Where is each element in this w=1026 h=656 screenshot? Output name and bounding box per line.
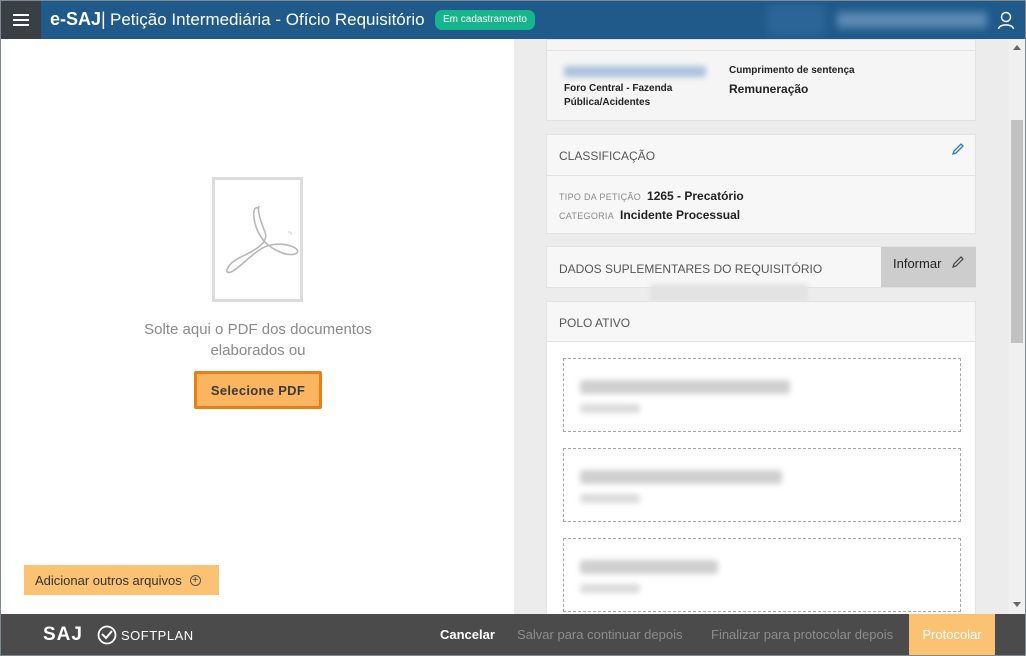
party-document-blurred — [580, 584, 640, 593]
scrollbar-thumb[interactable] — [1011, 120, 1023, 343]
softplan-wordmark: SOFTPLAN — [121, 627, 194, 643]
user-name-blurred[interactable] — [837, 12, 987, 28]
footer-bar: SAJ SOFTPLAN Cancelar Salvar para contin… — [1, 614, 1025, 655]
pencil-edit-icon — [952, 256, 964, 268]
user-icon[interactable] — [996, 10, 1016, 30]
cancel-button[interactable]: Cancelar — [440, 614, 495, 655]
top-header: e-SAJ | Petição Intermediária - Ofício R… — [1, 1, 1025, 39]
court-name: Foro Central - Fazenda Pública/Acidentes — [564, 83, 673, 108]
scroll-down-arrow[interactable] — [1013, 602, 1021, 607]
pdf-file-icon — [212, 177, 303, 302]
blurred-tooltip — [650, 284, 808, 302]
softplan-logo — [97, 625, 117, 645]
party-card[interactable] — [563, 358, 961, 432]
app-brand: e-SAJ — [50, 9, 102, 29]
category-label: CATEGORIA — [559, 211, 615, 221]
party-document-blurred — [580, 404, 640, 413]
party-name-blurred — [580, 470, 782, 484]
saj-logo: SAJ — [43, 624, 83, 645]
polo-ativo-title: POLO ATIVO — [559, 316, 631, 330]
pencil-edit-icon[interactable] — [951, 142, 965, 156]
process-subject: Remuneração — [729, 82, 809, 96]
save-for-later-button[interactable]: Salvar para continuar depois — [517, 614, 683, 655]
protocol-button[interactable]: Protocolar — [909, 614, 995, 655]
petition-type-label: TIPO DA PETIÇÃO — [559, 192, 642, 202]
court-selector-blurred[interactable] — [767, 4, 825, 36]
petition-type-value: 1265 - Precatório — [647, 189, 744, 203]
party-name-blurred — [580, 560, 718, 574]
party-name-blurred — [580, 380, 790, 394]
page-title: Petição Intermediária - Ofício Requisitó… — [110, 10, 425, 29]
pdf-upload-area[interactable]: Solte aqui o PDF dos documentos elaborad… — [1, 39, 514, 614]
softplan-logo-group: SOFTPLAN — [97, 625, 194, 645]
party-document-blurred — [580, 494, 640, 503]
scroll-up-arrow[interactable] — [1013, 45, 1021, 50]
classification-card: CLASSIFICAÇÃO TIPO DA PETIÇÃO 1265 - Pre… — [546, 134, 976, 234]
process-number-blurred — [564, 66, 706, 77]
add-files-label: Adicionar outros arquivos — [35, 572, 182, 588]
informar-label: Informar — [893, 256, 942, 271]
title-separator: | — [101, 9, 106, 29]
app-window: e-SAJ | Petição Intermediária - Ofício R… — [0, 0, 1026, 656]
classification-title: CLASSIFICAÇÃO — [559, 149, 656, 163]
polo-ativo-card: POLO ATIVO — [546, 301, 976, 614]
select-pdf-button[interactable]: Selecione PDF — [194, 371, 322, 409]
process-class: Cumprimento de sentença — [729, 65, 855, 76]
add-circle-icon: + — [189, 574, 201, 586]
vertical-scrollbar[interactable] — [1009, 39, 1025, 614]
process-card: Foro Central - Fazenda Pública/Acidentes… — [546, 39, 976, 121]
category-value: Incidente Processual — [620, 208, 741, 222]
add-other-files-button[interactable]: Adicionar outros arquivos + — [24, 565, 219, 595]
hamburger-menu-icon[interactable] — [1, 1, 41, 39]
supplementary-data-card: DADOS SUPLEMENTARES DO REQUISITÓRIO Info… — [546, 246, 976, 288]
drop-zone-text: Solte aqui o PDF dos documentos elaborad… — [144, 321, 372, 359]
finalize-button[interactable]: Finalizar para protocolar depois — [711, 614, 893, 655]
details-panel[interactable]: Foro Central - Fazenda Pública/Acidentes… — [514, 39, 1009, 614]
supplementary-data-title: DADOS SUPLEMENTARES DO REQUISITÓRIO — [559, 262, 823, 276]
informar-button[interactable]: Informar — [881, 247, 976, 287]
status-badge: Em cadastramento — [435, 10, 535, 30]
party-card[interactable] — [563, 538, 961, 612]
party-card[interactable] — [563, 448, 961, 522]
